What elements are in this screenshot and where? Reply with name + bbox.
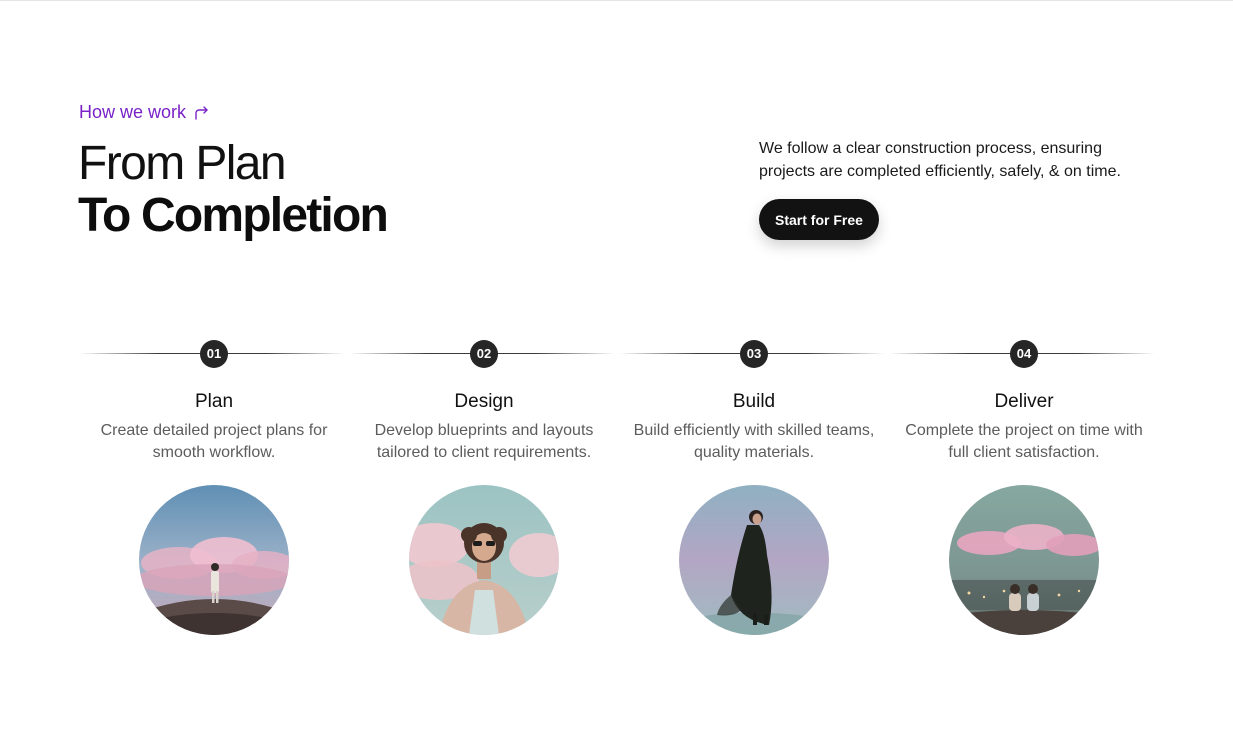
step-number-badge: 01 (200, 340, 228, 368)
process-steps: 01 Plan Create detailed project plans fo… (79, 340, 1159, 635)
step-description: Build efficiently with skilled teams, qu… (633, 422, 875, 461)
step-design: 02 Design Develop blueprints and layouts… (349, 340, 619, 635)
intro-text: We follow a clear construction process, … (759, 140, 1121, 180)
how-we-work-link[interactable]: How we work (79, 102, 210, 123)
step-number-badge: 02 (470, 340, 498, 368)
page-title-line1: From Plan (78, 137, 287, 190)
step-build: 03 Build Build efficiently with skilled … (619, 340, 889, 635)
top-divider (0, 0, 1233, 1)
eyebrow-label: How we work (79, 102, 187, 122)
woman-sunglasses-portrait-photo (409, 485, 559, 635)
step-title: Deliver (994, 391, 1054, 412)
step-deliver: 04 Deliver Complete the project on time … (889, 340, 1159, 635)
step-description: Complete the project on time with full c… (905, 422, 1143, 461)
start-for-free-button[interactable]: Start for Free (759, 199, 879, 240)
page-title-line2: To Completion (78, 189, 389, 242)
person-on-hill-clouds-photo (139, 485, 289, 635)
redirect-arrow-icon (195, 105, 208, 120)
step-title: Build (732, 391, 776, 412)
step-title: Design (454, 391, 514, 412)
step-description: Develop blueprints and layouts tailored … (374, 422, 594, 461)
step-plan: 01 Plan Create detailed project plans fo… (79, 340, 349, 635)
walking-figure-coat-photo (679, 485, 829, 635)
step-number-badge: 04 (1010, 340, 1038, 368)
couple-sitting-city-view-photo (949, 485, 1099, 635)
step-description: Create detailed project plans for smooth… (100, 422, 328, 461)
page-title: From Plan To Completion (78, 137, 389, 242)
step-number-badge: 03 (740, 340, 768, 368)
step-title: Plan (194, 391, 234, 412)
